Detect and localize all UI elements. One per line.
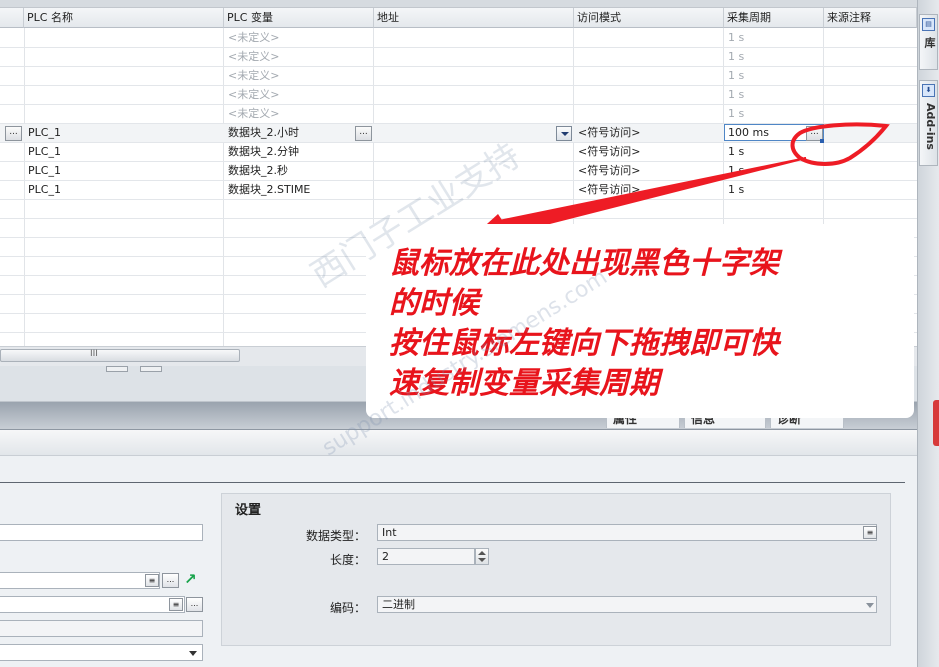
- plc-name-cell[interactable]: PLC_1: [25, 181, 223, 200]
- add-ins-icon: ⬇: [922, 84, 935, 97]
- column-header-address[interactable]: 地址: [374, 8, 574, 28]
- scrollbar-thumb[interactable]: [0, 349, 240, 362]
- plc-variable-browse-button[interactable]: ...: [355, 126, 372, 141]
- plc-variable-cell[interactable]: 数据块_2.STIME: [225, 181, 373, 200]
- chevron-down-icon[interactable]: [189, 651, 197, 656]
- column-header-source-comment[interactable]: 来源注释: [824, 8, 917, 28]
- access-mode-dropdown-button[interactable]: [556, 126, 572, 141]
- tab-libraries[interactable]: ▤ 库: [919, 14, 938, 70]
- plc-variable-cell[interactable]: <未定义>: [225, 105, 373, 124]
- screen: PLC 名称 PLC 变量 地址 访问模式 采集周期 来源注释 <未定义> 1 …: [0, 0, 939, 667]
- fill-handle[interactable]: [820, 139, 824, 143]
- collapse-down-icon[interactable]: [140, 366, 162, 372]
- list-icon[interactable]: ≡: [863, 526, 877, 539]
- data-type-field[interactable]: Int: [377, 524, 877, 541]
- encoding-label: 编码：: [329, 601, 366, 615]
- acquisition-cycle-cell[interactable]: 1 s: [725, 48, 823, 67]
- plc-variable-cell[interactable]: <未定义>: [225, 29, 373, 48]
- column-header-plc-name[interactable]: PLC 名称: [24, 8, 224, 28]
- goto-arrow-icon[interactable]: ↗: [184, 570, 197, 588]
- inspector-toolbar: [0, 430, 917, 456]
- collapse-up-icon[interactable]: [106, 366, 128, 372]
- address-field[interactable]: [0, 620, 203, 637]
- list-icon[interactable]: ≡: [145, 574, 159, 587]
- plc-variable-cell[interactable]: <未定义>: [225, 67, 373, 86]
- connection-field[interactable]: [0, 572, 160, 589]
- acquisition-cycle-cell[interactable]: 1 s: [725, 67, 823, 86]
- tab-libraries-label: 库: [923, 37, 936, 48]
- plc-name-cell[interactable]: PLC_1: [25, 162, 223, 181]
- side-handle[interactable]: [933, 400, 939, 446]
- plc-variable-cell[interactable]: <未定义>: [225, 48, 373, 67]
- browse-button[interactable]: ...: [162, 573, 179, 588]
- acquisition-cycle-cell[interactable]: 1 s: [725, 181, 823, 200]
- table-top-strip: [0, 0, 917, 8]
- plc-variable-cell[interactable]: 数据块_2.小时: [225, 124, 351, 143]
- access-mode-cell[interactable]: <符号访问>: [575, 143, 723, 162]
- access-mode-cell[interactable]: <符号访问>: [575, 162, 723, 181]
- length-field[interactable]: 2: [377, 548, 475, 565]
- plc-variable-cell[interactable]: 数据块_2.分钟: [225, 143, 373, 162]
- row-browse-button[interactable]: ...: [5, 126, 22, 141]
- table-row[interactable]: <未定义> 1 s: [0, 105, 917, 124]
- plc-tag-field[interactable]: [0, 596, 185, 613]
- access-mode-select[interactable]: [0, 644, 203, 661]
- tab-add-ins[interactable]: ⬇ Add-ins: [919, 80, 938, 166]
- library-icon: ▤: [922, 18, 935, 31]
- column-header-access-mode[interactable]: 访问模式: [574, 8, 724, 28]
- table-row[interactable]: <未定义> 1 s: [0, 48, 917, 67]
- length-spinner[interactable]: [475, 548, 489, 565]
- plc-name-cell[interactable]: PLC_1: [25, 143, 223, 162]
- table-row[interactable]: <未定义> 1 s: [0, 86, 917, 105]
- header-row-selector[interactable]: [0, 8, 24, 28]
- chevron-down-icon[interactable]: [866, 603, 874, 608]
- acquisition-cycle-cell[interactable]: 1 s: [725, 162, 823, 181]
- acquisition-cycle-cell[interactable]: 1 s: [725, 105, 823, 124]
- table-row[interactable]: <未定义> 1 s: [0, 67, 917, 86]
- plc-variable-cell[interactable]: <未定义>: [225, 86, 373, 105]
- acquisition-cycle-cell[interactable]: 1 s: [725, 86, 823, 105]
- access-mode-cell[interactable]: <符号访问>: [575, 124, 723, 143]
- settings-title: 设置: [235, 503, 262, 518]
- plc-name-cell[interactable]: PLC_1: [25, 124, 223, 143]
- name-field[interactable]: [0, 524, 203, 541]
- table-row[interactable]: <未定义> 1 s: [0, 29, 917, 48]
- plc-variable-cell[interactable]: 数据块_2.秒: [225, 162, 373, 181]
- inspector-divider: [0, 482, 905, 483]
- acquisition-cycle-cell[interactable]: 1 s: [725, 29, 823, 48]
- access-mode-cell[interactable]: <符号访问>: [575, 181, 723, 200]
- length-label: 长度：: [329, 553, 366, 567]
- settings-group: [221, 493, 891, 646]
- column-header-acquisition-cycle[interactable]: 采集周期: [724, 8, 824, 28]
- list-icon[interactable]: ≡: [169, 598, 183, 611]
- column-header-plc-variable[interactable]: PLC 变量: [224, 8, 374, 28]
- data-type-label: 数据类型：: [305, 529, 366, 543]
- tab-add-ins-label: Add-ins: [924, 103, 937, 150]
- encoding-select[interactable]: 二进制: [377, 596, 877, 613]
- browse-button[interactable]: ...: [186, 597, 203, 612]
- annotation-text: 鼠标放在此处出现黑色十字架 的时候 按住鼠标左键向下拖拽即可快 速复制变量采集周…: [389, 246, 779, 401]
- scroll-grip-icon: III: [90, 349, 98, 359]
- acquisition-cycle-cell[interactable]: 1 s: [725, 143, 823, 162]
